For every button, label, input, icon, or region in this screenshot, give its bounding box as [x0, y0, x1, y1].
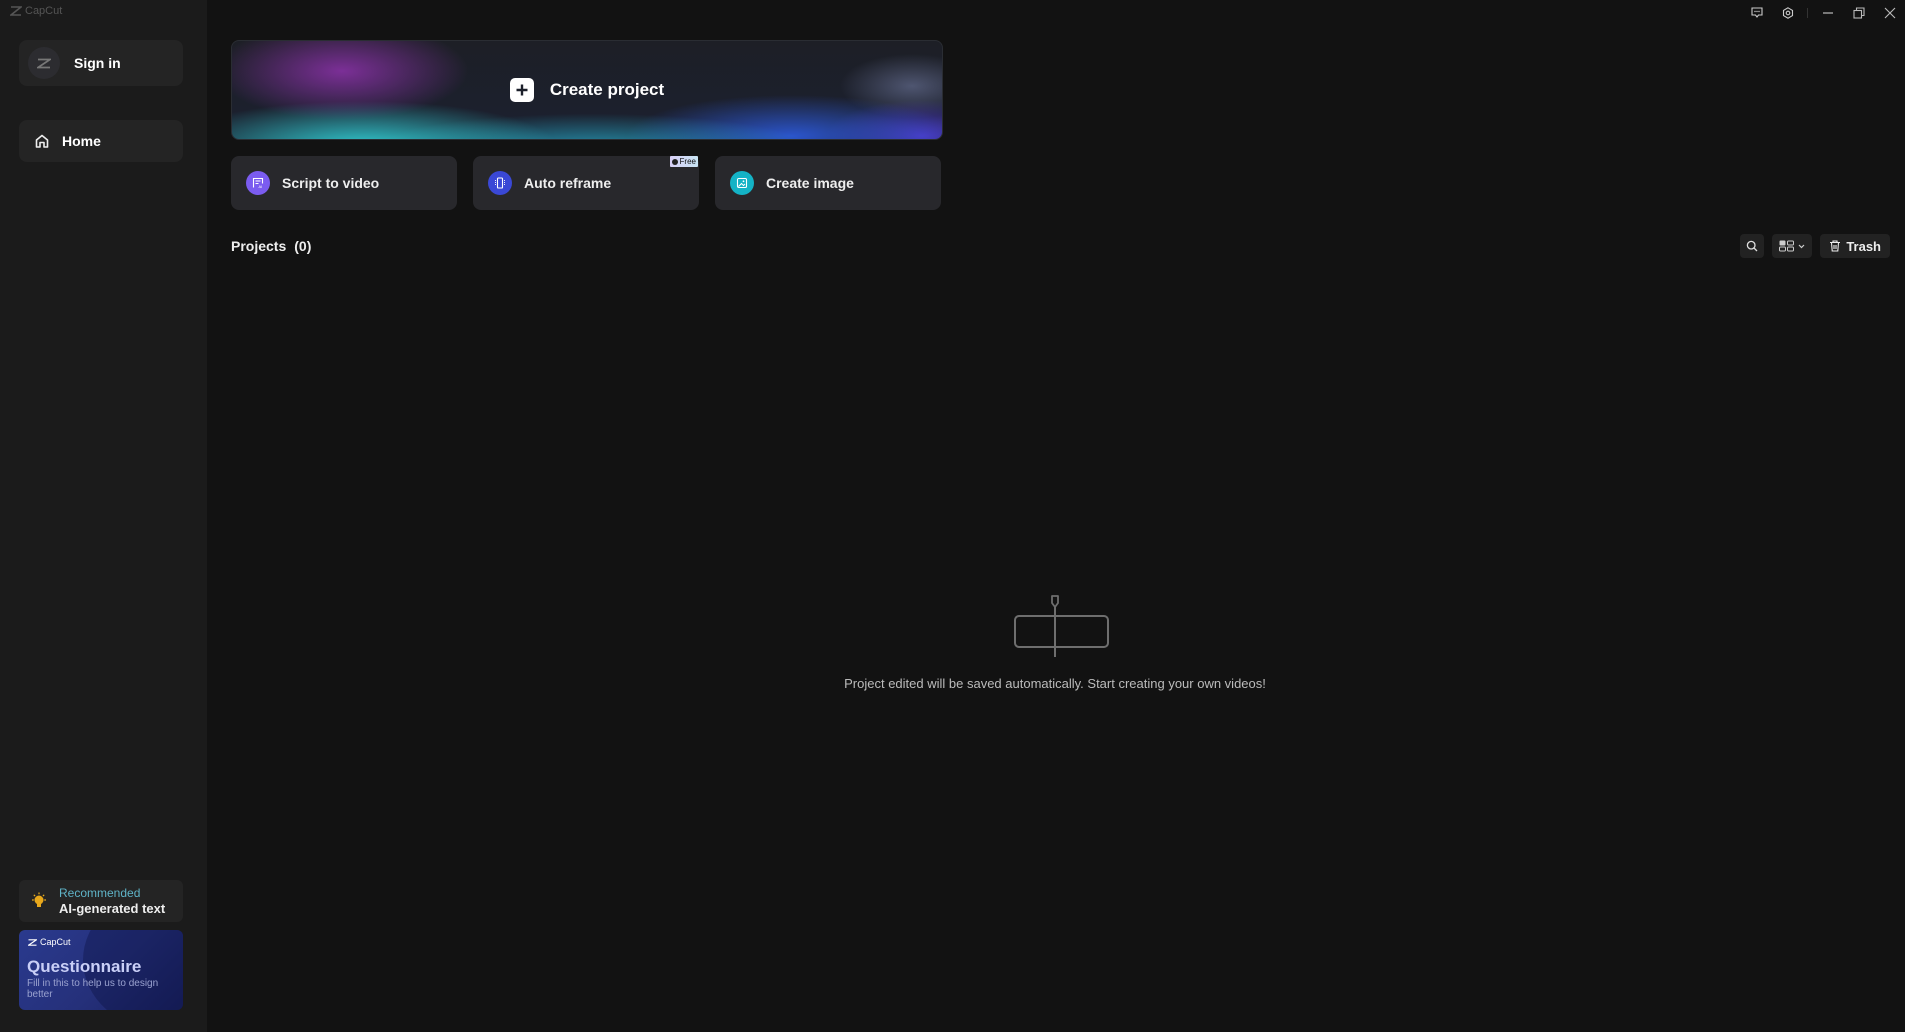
- chevron-down-icon: [1798, 244, 1805, 248]
- close-icon: [1884, 7, 1895, 19]
- auto-reframe-button[interactable]: Auto reframe Free: [473, 156, 699, 210]
- window-controls: [1741, 0, 1905, 26]
- search-icon: [1747, 240, 1758, 252]
- feedback-button[interactable]: [1741, 0, 1772, 26]
- create-image-button[interactable]: Create image: [715, 156, 941, 210]
- badge-dot-icon: [671, 158, 678, 165]
- capcut-logo-icon: [10, 6, 22, 16]
- svg-text:AI: AI: [259, 184, 263, 189]
- feedback-icon: [1750, 7, 1763, 18]
- app-logo: CapCut: [10, 5, 62, 17]
- free-badge: Free: [669, 156, 698, 167]
- empty-timeline-icon: [1014, 595, 1109, 657]
- auto-reframe-label: Auto reframe: [524, 175, 612, 191]
- recommended-card[interactable]: Recommended AI-generated text: [19, 880, 183, 922]
- projects-label: Projects: [231, 238, 287, 254]
- projects-count: (0): [294, 238, 312, 254]
- questionnaire-subtitle: Fill in this to help us to design better: [27, 978, 159, 1000]
- questionnaire-banner[interactable]: CapCut Questionnaire Fill in this to hel…: [19, 930, 183, 1010]
- trash-label: Trash: [1846, 238, 1881, 254]
- create-project-label: Create project: [549, 80, 665, 99]
- sidebar-item-label: Home: [62, 133, 101, 149]
- image-icon: [730, 171, 754, 195]
- projects-toolbar: Trash: [1740, 234, 1890, 258]
- script-icon: AI: [246, 171, 270, 195]
- empty-state-message: Project edited will be saved automatical…: [0, 676, 1905, 691]
- minimize-button[interactable]: [1812, 0, 1843, 26]
- reframe-icon: [488, 171, 512, 195]
- capcut-logo-icon: [37, 58, 51, 68]
- restore-icon: [1852, 7, 1865, 19]
- restore-button[interactable]: [1843, 0, 1874, 26]
- sign-in-button[interactable]: Sign in: [19, 40, 183, 86]
- app-name: CapCut: [25, 5, 63, 17]
- sign-in-label: Sign in: [74, 55, 121, 71]
- projects-heading: Projects (0): [231, 238, 311, 254]
- trash-icon: [1830, 240, 1841, 252]
- divider: [1807, 8, 1808, 18]
- questionnaire-title: Questionnaire: [27, 957, 142, 976]
- lightbulb-icon: [32, 892, 46, 907]
- script-to-video-button[interactable]: AI Script to video: [231, 156, 457, 210]
- home-icon: [34, 133, 50, 149]
- search-button[interactable]: [1740, 234, 1765, 258]
- empty-state-text: Project edited will be saved automatical…: [844, 676, 1266, 691]
- free-badge-label: Free: [679, 157, 696, 166]
- view-toggle-button[interactable]: [1772, 234, 1813, 258]
- recommended-title: AI-generated text: [59, 901, 166, 916]
- settings-button[interactable]: [1772, 0, 1803, 26]
- sidebar-item-home[interactable]: Home: [19, 120, 183, 162]
- questionnaire-brand: CapCut: [28, 937, 71, 947]
- capcut-logo-icon: [28, 938, 37, 946]
- trash-button[interactable]: Trash: [1820, 234, 1890, 258]
- close-button[interactable]: [1874, 0, 1905, 26]
- grid-view-icon: [1779, 240, 1795, 252]
- create-project-button[interactable]: Create project: [231, 40, 943, 140]
- settings-icon: [1782, 7, 1793, 19]
- minimize-icon: [1822, 12, 1833, 14]
- plus-icon: [509, 78, 534, 102]
- create-image-label: Create image: [766, 175, 854, 191]
- sidebar: CapCut Sign in Home Recommended AI-gener…: [0, 0, 207, 1032]
- recommended-kicker: Recommended: [59, 886, 141, 900]
- questionnaire-brand-name: CapCut: [40, 937, 71, 947]
- avatar: [28, 47, 60, 79]
- script-to-video-label: Script to video: [282, 175, 380, 191]
